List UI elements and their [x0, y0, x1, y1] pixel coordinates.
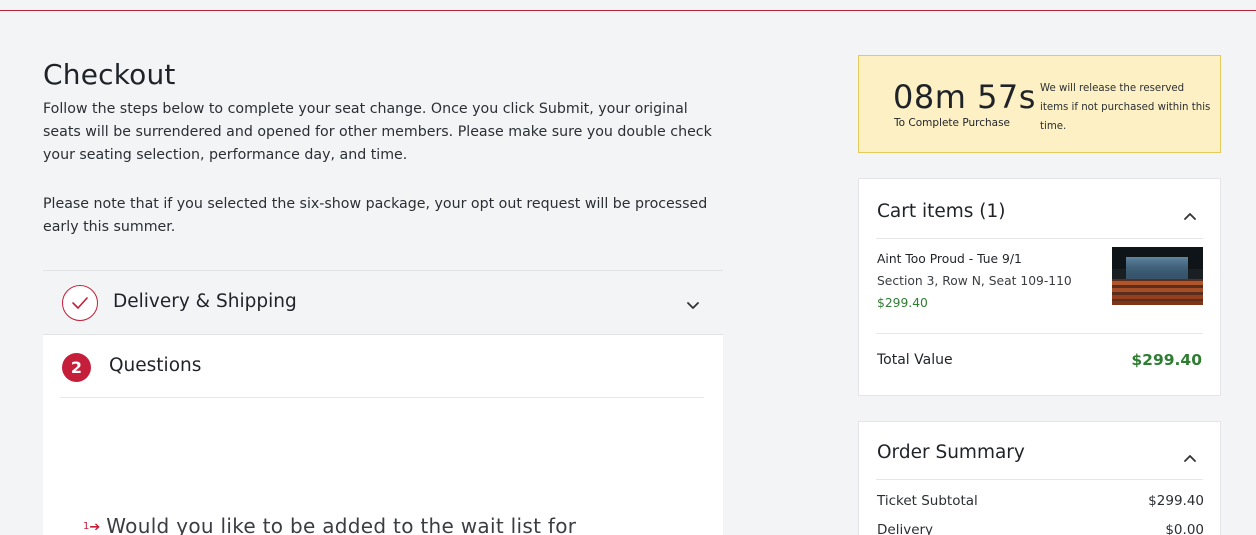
summary-row-label: Delivery — [877, 522, 934, 535]
divider — [60, 397, 704, 398]
step-number-badge: 2 — [62, 353, 91, 382]
reservation-timer: 08m 57s To Complete Purchase We will rel… — [858, 55, 1221, 153]
timer-value: 08m 57s — [893, 78, 1036, 116]
chevron-down-icon[interactable] — [687, 295, 699, 314]
order-summary-card: Order Summary Ticket Subtotal $299.40 De… — [858, 421, 1221, 535]
step-delivery-label: Delivery & Shipping — [113, 291, 297, 312]
divider — [876, 479, 1203, 480]
summary-row-value: $0.00 — [1165, 522, 1204, 535]
total-value-amount: $299.40 — [1131, 351, 1202, 369]
timer-note: We will release the reserved items if no… — [1040, 83, 1211, 132]
summary-row-value: $299.40 — [1148, 493, 1204, 509]
cart-title: Cart items (1) — [877, 201, 1006, 222]
order-summary-title: Order Summary — [877, 442, 1025, 463]
check-circle-icon — [62, 285, 98, 321]
divider — [876, 333, 1203, 334]
page-title: Checkout — [43, 58, 176, 91]
intro-text: Follow the steps below to complete your … — [43, 101, 712, 163]
cart-item-seat: Section 3, Row N, Seat 109-110 — [877, 274, 1072, 288]
chevron-up-icon[interactable] — [1184, 447, 1196, 466]
package-note: Please note that if you selected the six… — [43, 196, 708, 235]
chevron-up-icon[interactable] — [1184, 205, 1196, 224]
theater-thumbnail — [1112, 247, 1203, 305]
summary-row: Ticket Subtotal $299.40 — [877, 493, 1204, 509]
question-text: Would you like to be added to the wait l… — [106, 514, 577, 535]
cart-item-name: Aint Too Proud - Tue 9/1 — [877, 252, 1022, 266]
total-value-label: Total Value — [877, 352, 953, 368]
arrow-right-icon: ➔ — [89, 520, 101, 535]
cart-item-price: $299.40 — [877, 296, 928, 310]
divider — [876, 238, 1203, 239]
step-delivery-shipping[interactable]: Delivery & Shipping — [43, 270, 723, 335]
summary-row-label: Ticket Subtotal — [877, 493, 978, 509]
top-rule — [0, 0, 1256, 11]
step-questions: 2 Questions 1➔ Would you like to be added… — [43, 335, 723, 535]
question-1: 1➔ Would you like to be added to the wait… — [83, 514, 576, 535]
timer-caption: To Complete Purchase — [894, 117, 1011, 129]
cart-items-card: Cart items (1) Aint Too Proud - Tue 9/1 … — [858, 178, 1221, 396]
summary-row: Delivery $0.00 — [877, 522, 1204, 535]
step-questions-label: Questions — [109, 355, 202, 376]
